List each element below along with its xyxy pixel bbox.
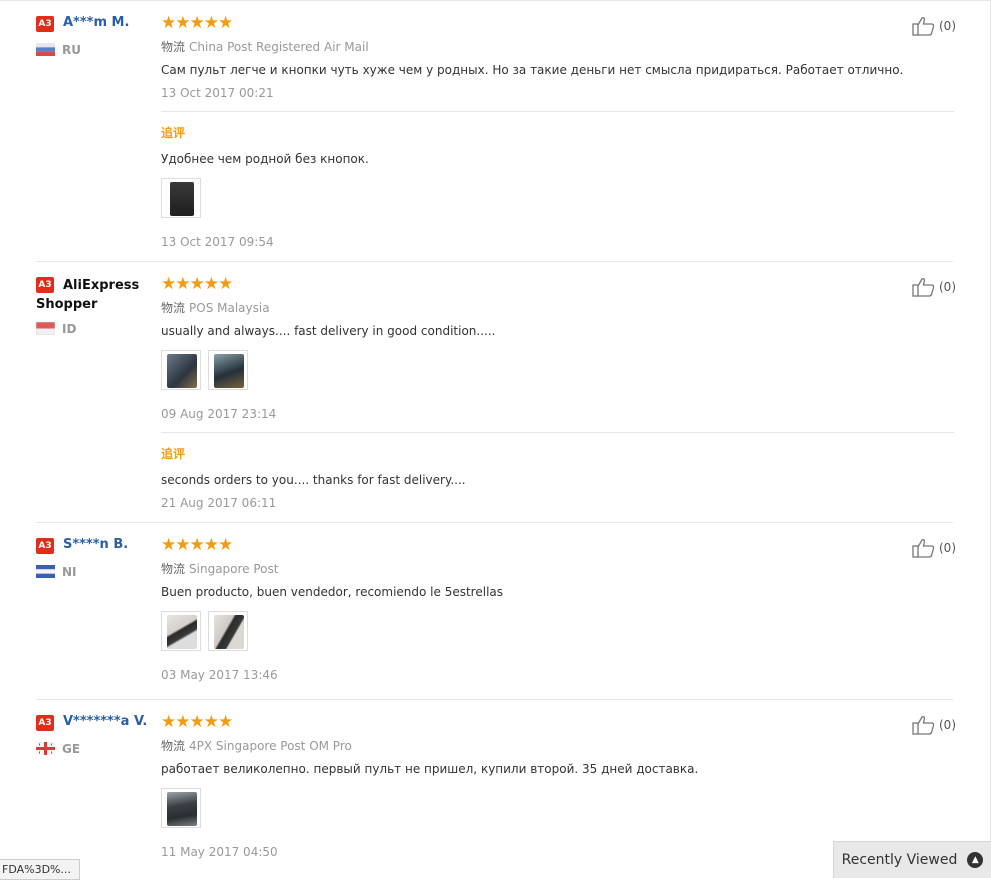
buyer-name[interactable]: S****n B. — [63, 537, 128, 552]
divider — [161, 111, 954, 112]
helpful-button[interactable]: (0) — [912, 715, 956, 735]
status-bar-url: FDA%3D%... — [0, 859, 80, 880]
review-photo-thumbnail[interactable] — [208, 350, 248, 390]
helpful-count: (0) — [939, 718, 956, 732]
logistics-info: 物流 Singapore Post — [161, 560, 278, 577]
flag-ge-icon — [36, 742, 55, 755]
buyer-country: ID — [62, 322, 77, 336]
thumbs-up-icon — [912, 539, 935, 558]
review-date: 09 Aug 2017 23:14 — [161, 407, 277, 421]
review-text: Сам пульт легче и кнопки чуть хуже чем у… — [161, 63, 904, 77]
additional-feedback-label: 追评 — [161, 126, 186, 140]
recently-viewed-label: Recently Viewed — [841, 852, 958, 868]
star-rating: ★★★★★ — [161, 274, 233, 294]
review-divider — [36, 261, 953, 262]
chevron-up-icon: ▲ — [967, 852, 984, 868]
review-photo-thumbnail[interactable] — [161, 788, 201, 828]
buyer-name[interactable]: A***m M. — [63, 15, 129, 30]
flag-ru-icon — [36, 43, 55, 56]
additional-review-text: Удобнее чем родной без кнопок. — [161, 152, 369, 166]
reviews-panel — [0, 0, 991, 877]
logistics-info: 物流 China Post Registered Air Mail — [161, 38, 369, 55]
helpful-button[interactable]: (0) — [912, 16, 956, 36]
review-photo-thumbnail[interactable] — [208, 611, 248, 651]
additional-review-date: 21 Aug 2017 06:11 — [161, 496, 277, 510]
flag-id-icon — [36, 322, 55, 335]
additional-review-text: seconds orders to you.... thanks for fas… — [161, 473, 466, 487]
helpful-button[interactable]: (0) — [912, 277, 956, 297]
review-date: 11 May 2017 04:50 — [161, 845, 278, 859]
helpful-button[interactable]: (0) — [912, 538, 956, 558]
review-text: работает великолепно. первый пульт не пр… — [161, 762, 699, 776]
buyer-country: GE — [62, 742, 81, 756]
buyer-level-badge: A3 — [36, 715, 54, 731]
buyer-name: AliExpress Shopper — [36, 278, 140, 312]
flag-ni-icon — [36, 565, 55, 578]
review-text: Buen producto, buen vendedor, recomiendo… — [161, 585, 504, 599]
logistics-method: Singapore Post — [189, 562, 279, 576]
review-divider — [36, 522, 953, 523]
helpful-count: (0) — [939, 280, 956, 294]
review-photo-thumbnail[interactable] — [161, 178, 201, 218]
additional-feedback-label: 追评 — [161, 447, 186, 461]
review-text: usually and always.... fast delivery in … — [161, 324, 496, 338]
review-photo-thumbnail[interactable] — [161, 611, 201, 651]
buyer-level-badge: A3 — [36, 538, 54, 554]
divider — [161, 432, 954, 433]
buyer-country: RU — [62, 43, 81, 57]
helpful-count: (0) — [939, 541, 956, 555]
review-date: 13 Oct 2017 00:21 — [161, 86, 274, 100]
logistics-label: 物流 — [161, 301, 186, 315]
buyer-name[interactable]: V*******a V. — [63, 714, 147, 729]
buyer-country: NI — [62, 565, 77, 579]
recently-viewed-button[interactable]: Recently Viewed ▲ — [833, 841, 991, 878]
logistics-method: 4PX Singapore Post OM Pro — [189, 739, 352, 753]
star-rating: ★★★★★ — [161, 535, 233, 555]
logistics-info: 物流 POS Malaysia — [161, 299, 270, 316]
star-rating: ★★★★★ — [161, 712, 233, 732]
buyer-level-badge: A3 — [36, 16, 54, 32]
thumbs-up-icon — [912, 17, 935, 36]
additional-review-date: 13 Oct 2017 09:54 — [161, 235, 274, 249]
logistics-label: 物流 — [161, 562, 186, 576]
review-divider — [36, 699, 953, 700]
logistics-label: 物流 — [161, 40, 186, 54]
star-rating: ★★★★★ — [161, 13, 233, 33]
helpful-count: (0) — [939, 19, 956, 33]
logistics-info: 物流 4PX Singapore Post OM Pro — [161, 737, 352, 754]
logistics-method: China Post Registered Air Mail — [189, 40, 369, 54]
logistics-label: 物流 — [161, 739, 186, 753]
thumbs-up-icon — [912, 278, 935, 297]
review-date: 03 May 2017 13:46 — [161, 668, 278, 682]
logistics-method: POS Malaysia — [189, 301, 270, 315]
review-photo-thumbnail[interactable] — [161, 350, 201, 390]
thumbs-up-icon — [912, 716, 935, 735]
